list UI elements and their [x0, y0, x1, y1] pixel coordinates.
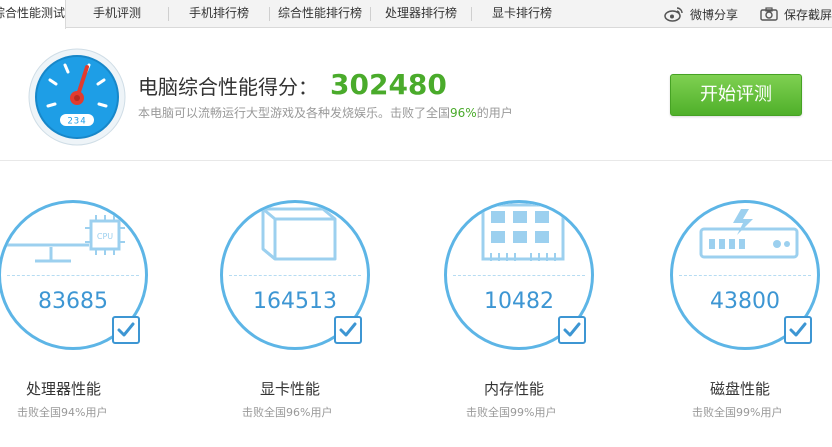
cpu-chip-label: CPU	[97, 232, 113, 241]
overall-score-line: 电脑综合性能得分： 302480	[138, 68, 447, 101]
score-desc-percent: 96%	[450, 106, 477, 120]
section-divider	[0, 160, 832, 161]
gpu-performance-label: 显卡性能	[260, 380, 321, 398]
save-screenshot-label: 保存截屏	[784, 7, 832, 22]
tab-cpu-ranking[interactable]: 处理器排行榜	[371, 0, 471, 28]
checkmark-icon	[339, 322, 357, 337]
disk-performance-card: 43800 磁盘性能 击败全国99%用户	[670, 200, 832, 440]
tab-overall-ranking[interactable]: 综合性能排行榜	[270, 0, 370, 28]
overall-score-value: 302480	[330, 68, 447, 101]
cpu-beat-percentage: 击败全国94%用户	[17, 406, 108, 419]
tab-label: 综合性能测试	[0, 6, 65, 20]
score-desc-prefix: 本电脑可以流畅运行大型游戏及各种发烧娱乐。击败了全国	[138, 106, 451, 120]
checkmark-icon	[789, 322, 807, 337]
cpu-score-value: 83685	[38, 289, 108, 314]
weibo-share-button[interactable]: 微博分享	[664, 0, 738, 28]
cpu-performance-card: CPU 83685 处理器性能 击败全国94%用户	[0, 200, 225, 440]
gpu-performance-card: 164513 显卡性能 击败全国96%用户	[220, 200, 447, 440]
tab-label: 显卡排行榜	[491, 6, 552, 20]
tab-label: 处理器排行榜	[384, 6, 457, 20]
disk-checkbox[interactable]	[784, 316, 812, 344]
memory-checkbox[interactable]	[558, 316, 586, 344]
score-desc-suffix: 的用户	[476, 106, 513, 120]
memory-beat-percentage: 击败全国99%用户	[466, 406, 557, 419]
memory-performance-label: 内存性能	[484, 380, 545, 398]
weibo-icon	[664, 7, 683, 22]
tab-label: 手机排行榜	[188, 6, 249, 20]
tab-label: 手机评测	[92, 6, 141, 20]
memory-score-value: 10482	[484, 289, 554, 314]
gpu-score-value: 164513	[253, 289, 337, 314]
weibo-share-label: 微博分享	[690, 7, 739, 22]
checkmark-icon	[563, 322, 581, 337]
disk-score-value: 43800	[710, 289, 780, 314]
score-label: 电脑综合性能得分：	[138, 75, 318, 99]
gpu-beat-percentage: 击败全国96%用户	[242, 406, 333, 419]
checkmark-icon	[117, 322, 135, 337]
memory-performance-card: 10482 内存性能 击败全国99%用户	[444, 200, 671, 440]
camera-icon	[760, 7, 778, 21]
cpu-checkbox[interactable]	[112, 316, 140, 344]
gauge-readout: 234	[67, 117, 86, 127]
start-benchmark-button[interactable]: 开始评测	[670, 74, 802, 116]
tab-gpu-ranking[interactable]: 显卡排行榜	[472, 0, 572, 28]
gpu-checkbox[interactable]	[334, 316, 362, 344]
cpu-performance-label: 处理器性能	[26, 380, 102, 398]
tab-label: 综合性能排行榜	[277, 6, 362, 20]
disk-performance-label: 磁盘性能	[710, 380, 771, 398]
tab-overall-test[interactable]: 综合性能测试	[0, 0, 66, 29]
save-screenshot-button[interactable]: 保存截屏	[760, 0, 832, 28]
score-description: 本电脑可以流畅运行大型游戏及各种发烧娱乐。击败了全国96%的用户	[138, 104, 513, 121]
speedometer-gauge-icon: 234	[28, 48, 126, 146]
tab-phone-review[interactable]: 手机评测	[66, 0, 168, 28]
top-tab-bar: 综合性能测试 手机评测 手机排行榜 综合性能排行榜 处理器排行榜 显卡排行榜 微…	[0, 0, 832, 29]
disk-beat-percentage: 击败全国99%用户	[692, 406, 783, 419]
tab-phone-ranking[interactable]: 手机排行榜	[169, 0, 269, 28]
